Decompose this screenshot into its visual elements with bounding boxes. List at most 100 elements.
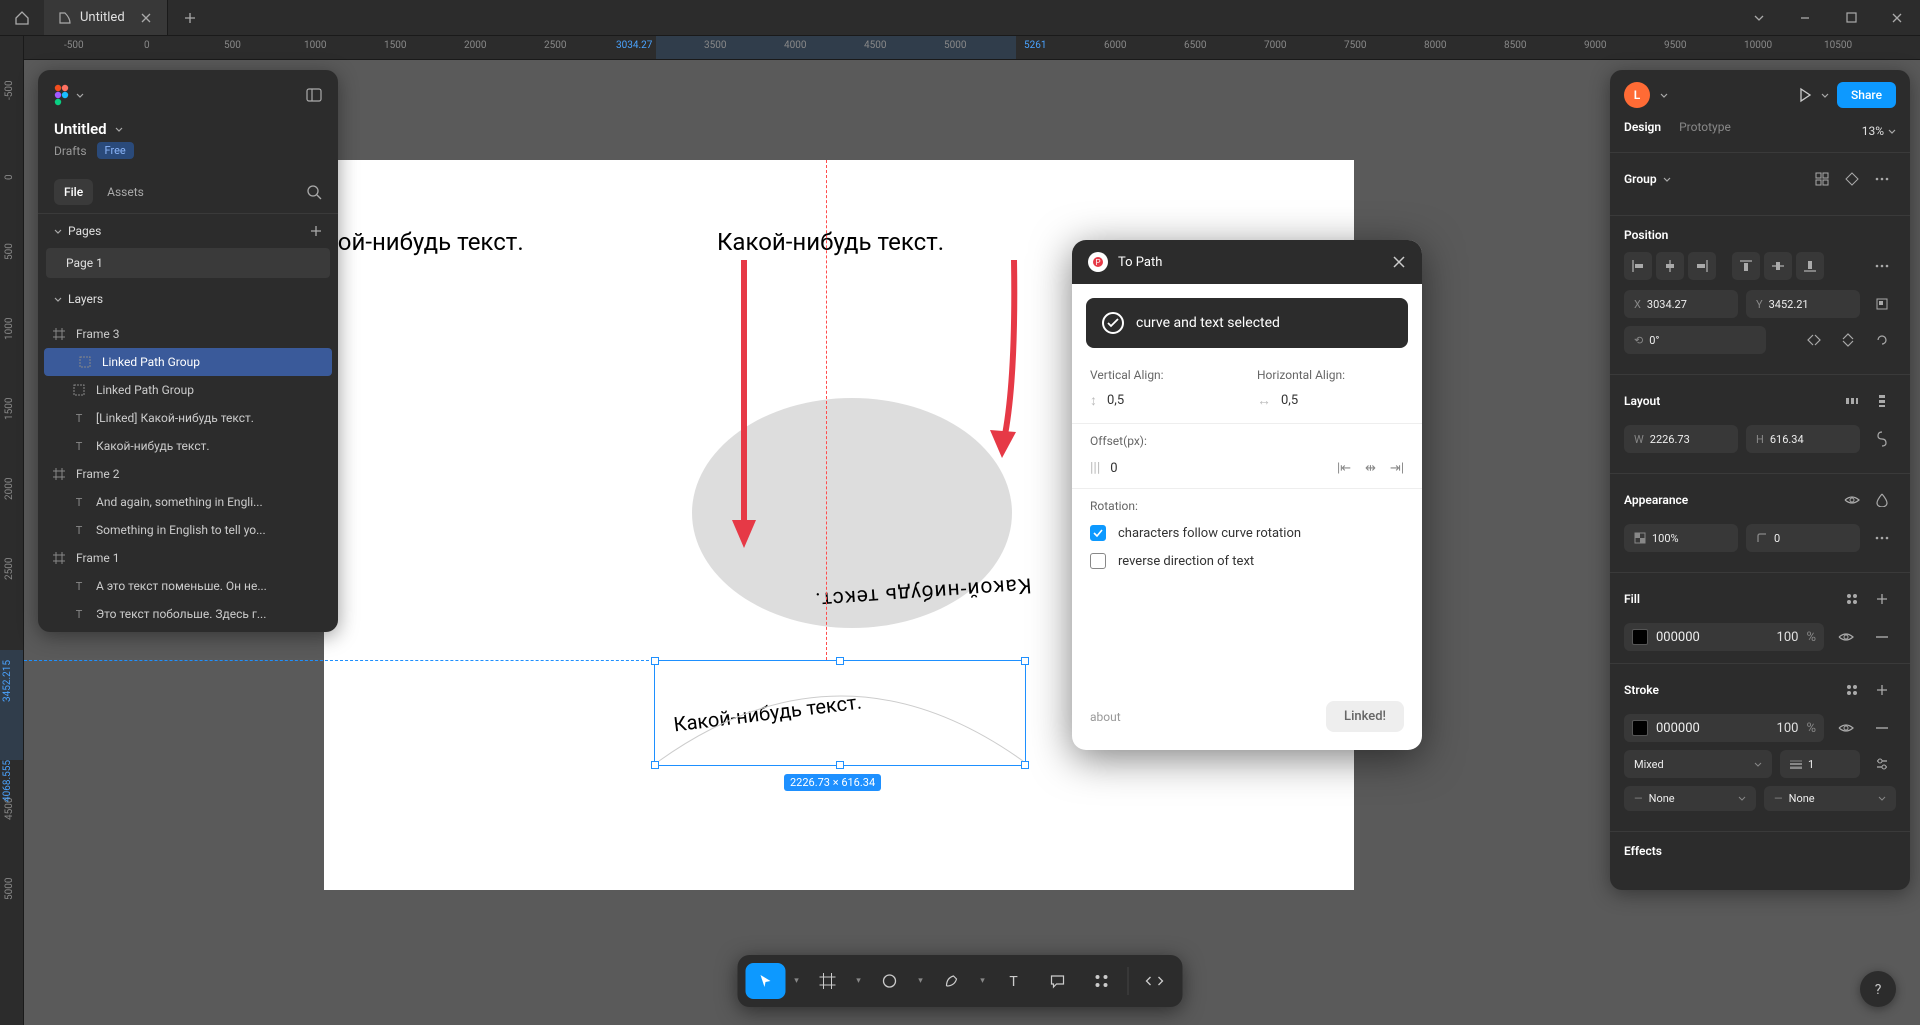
- tab-untitled[interactable]: Untitled: [44, 0, 168, 35]
- chevron-down-icon[interactable]: [1663, 177, 1671, 182]
- align-top-button[interactable]: [1732, 252, 1760, 280]
- tab-assets[interactable]: Assets: [97, 179, 154, 205]
- check-follow-rotation[interactable]: characters follow curve rotation: [1090, 525, 1404, 541]
- text-tool[interactable]: T: [994, 963, 1034, 999]
- layer-item[interactable]: T[Linked] Какой-нибудь текст.: [38, 404, 338, 432]
- fill-color-field[interactable]: 000000 100%: [1624, 623, 1824, 651]
- user-avatar[interactable]: L: [1624, 82, 1650, 108]
- plugin-about-link[interactable]: about: [1090, 710, 1121, 724]
- window-dropdown[interactable]: [1736, 0, 1782, 35]
- present-button[interactable]: [1797, 87, 1813, 103]
- new-tab-button[interactable]: [168, 0, 212, 35]
- valign-input[interactable]: ↕0,5: [1090, 392, 1237, 409]
- layer-item[interactable]: Linked Path Group: [38, 376, 338, 404]
- ruler-left[interactable]: -50005001000150020002500450050003452.215…: [0, 60, 24, 1025]
- selection-box[interactable]: Какой-нибудь текст.: [654, 660, 1026, 766]
- opacity-field[interactable]: 100%: [1624, 524, 1738, 552]
- appearance-more-button[interactable]: [1868, 524, 1896, 552]
- pen-tool-chevron[interactable]: ▾: [976, 963, 990, 999]
- search-button[interactable]: [307, 185, 322, 200]
- halign-input[interactable]: ↔0,5: [1257, 392, 1404, 409]
- align-vcenter-button[interactable]: [1764, 252, 1792, 280]
- shape-tool[interactable]: [870, 963, 910, 999]
- flip-v-button[interactable]: [1834, 326, 1862, 354]
- document-title-row[interactable]: Untitled: [38, 116, 338, 142]
- move-tool[interactable]: [746, 963, 786, 999]
- offset-align-center[interactable]: ⇹: [1365, 461, 1376, 476]
- layer-item[interactable]: Frame 2: [38, 460, 338, 488]
- flip-h-button[interactable]: [1800, 326, 1828, 354]
- pen-tool[interactable]: [932, 963, 972, 999]
- visibility-button[interactable]: [1838, 486, 1866, 514]
- autolayout-h-button[interactable]: [1838, 387, 1866, 415]
- h-field[interactable]: H616.34: [1746, 425, 1860, 453]
- frame-tool[interactable]: [808, 963, 848, 999]
- align-bottom-button[interactable]: [1796, 252, 1824, 280]
- add-stroke-button[interactable]: [1868, 676, 1896, 704]
- fill-styles-button[interactable]: [1838, 585, 1866, 613]
- x-field[interactable]: X3034.27: [1624, 290, 1738, 318]
- tab-close-button[interactable]: [139, 11, 153, 25]
- autolayout-v-button[interactable]: [1868, 387, 1896, 415]
- page-item[interactable]: Page 1: [46, 248, 330, 278]
- remove-fill-button[interactable]: [1868, 623, 1896, 651]
- stroke-settings-button[interactable]: [1868, 750, 1896, 778]
- tab-file[interactable]: File: [54, 179, 93, 205]
- y-field[interactable]: Y3452.21: [1746, 290, 1860, 318]
- layers-header[interactable]: Layers: [38, 278, 338, 316]
- stroke-visibility-button[interactable]: [1832, 714, 1860, 742]
- align-more-button[interactable]: [1868, 252, 1896, 280]
- ruler-top[interactable]: -500050010001500200025003034.27350040004…: [24, 36, 1920, 60]
- frame-tool-chevron[interactable]: ▾: [852, 963, 866, 999]
- layer-item[interactable]: TAnd again, something in Engli...: [38, 488, 338, 516]
- offset-input[interactable]: |||0: [1090, 460, 1118, 476]
- blend-button[interactable]: [1868, 486, 1896, 514]
- minimize-button[interactable]: [1782, 0, 1828, 35]
- w-field[interactable]: W2226.73: [1624, 425, 1738, 453]
- align-right-button[interactable]: [1688, 252, 1716, 280]
- stroke-end-field[interactable]: —None: [1764, 786, 1896, 811]
- shape-tool-chevron[interactable]: ▾: [914, 963, 928, 999]
- more-button[interactable]: [1868, 165, 1896, 193]
- layer-item[interactable]: Linked Path Group: [44, 348, 332, 376]
- offset-align-right[interactable]: ⇥|: [1390, 461, 1404, 476]
- tab-design[interactable]: Design: [1624, 120, 1661, 142]
- tab-prototype[interactable]: Prototype: [1679, 120, 1731, 142]
- offset-align-left[interactable]: |⇤: [1337, 461, 1351, 476]
- stroke-color-field[interactable]: 000000 100%: [1624, 714, 1824, 742]
- plugin-linked-button[interactable]: Linked!: [1326, 701, 1404, 732]
- corner-field[interactable]: 0: [1746, 524, 1860, 552]
- fill-visibility-button[interactable]: [1832, 623, 1860, 651]
- align-left-button[interactable]: [1624, 252, 1652, 280]
- layer-item[interactable]: TКакой-нибудь текст.: [38, 432, 338, 460]
- chevron-down-icon[interactable]: [1660, 93, 1668, 98]
- plugin-close-button[interactable]: [1392, 255, 1406, 269]
- home-button[interactable]: [0, 0, 44, 35]
- maximize-button[interactable]: [1828, 0, 1874, 35]
- plugin-header[interactable]: P To Path: [1072, 240, 1422, 284]
- remove-stroke-button[interactable]: [1868, 714, 1896, 742]
- chevron-down-icon[interactable]: [1821, 93, 1829, 98]
- panel-toggle-button[interactable]: [306, 88, 322, 102]
- zoom-control[interactable]: 13%: [1862, 124, 1896, 138]
- component-button[interactable]: [1838, 165, 1866, 193]
- comment-tool[interactable]: [1038, 963, 1078, 999]
- layer-item[interactable]: Frame 3: [38, 320, 338, 348]
- rotate-button[interactable]: [1868, 326, 1896, 354]
- move-tool-chevron[interactable]: ▾: [790, 963, 804, 999]
- layer-item[interactable]: Frame 1: [38, 544, 338, 572]
- layout-grid-button[interactable]: [1808, 165, 1836, 193]
- stroke-start-field[interactable]: —None: [1624, 786, 1756, 811]
- stroke-styles-button[interactable]: [1838, 676, 1866, 704]
- constrain-button[interactable]: [1868, 425, 1896, 453]
- layer-item[interactable]: TЭто текст побольше. Здесь г...: [38, 600, 338, 628]
- actions-tool[interactable]: [1082, 963, 1122, 999]
- stroke-pos-field[interactable]: Mixed: [1624, 750, 1772, 778]
- help-button[interactable]: ?: [1860, 971, 1896, 1007]
- share-button[interactable]: Share: [1837, 82, 1896, 108]
- drafts-label[interactable]: Drafts: [54, 144, 87, 158]
- check-reverse-direction[interactable]: reverse direction of text: [1090, 553, 1404, 569]
- stroke-weight-field[interactable]: 1: [1780, 750, 1860, 778]
- layer-item[interactable]: TSomething in English to tell yo...: [38, 516, 338, 544]
- add-fill-button[interactable]: [1868, 585, 1896, 613]
